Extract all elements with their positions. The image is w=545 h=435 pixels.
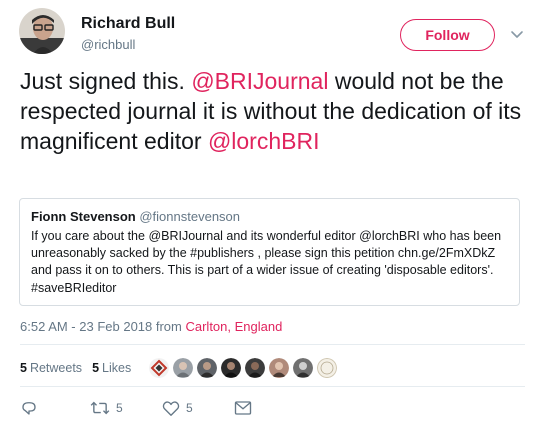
profile-photo-icon: [19, 8, 65, 54]
quoted-tweet-text: If you care about the @BRIJournal and it…: [31, 228, 516, 297]
likers-avatars: [149, 358, 341, 378]
author-handle[interactable]: @richbull: [81, 37, 135, 52]
badge-avatar-icon[interactable]: [317, 358, 338, 378]
person-avatar-icon[interactable]: [197, 358, 218, 378]
person-avatar-icon[interactable]: [245, 358, 266, 378]
retweets-stat[interactable]: 5 Retweets: [20, 361, 82, 375]
person-avatar-icon[interactable]: [173, 358, 194, 378]
chevron-down-icon[interactable]: [509, 26, 525, 42]
person-avatar-icon[interactable]: [221, 358, 242, 378]
quoted-tweet-header: Fionn Stevenson @fionnstevenson: [31, 209, 240, 224]
quoted-tweet-line: If you care about the @BRIJournal and it…: [31, 229, 502, 243]
retweet-icon: [90, 401, 110, 415]
follow-button[interactable]: Follow: [400, 19, 495, 51]
mention-link[interactable]: @BRIJournal: [191, 68, 328, 94]
divider: [20, 344, 525, 345]
tweet-metadata: 6:52 AM - 23 Feb 2018 from Carlton, Engl…: [20, 319, 282, 334]
reply-button[interactable]: [20, 396, 44, 420]
engagement-stats: 5 Retweets 5 Likes: [20, 353, 341, 383]
tweet-timestamp[interactable]: 6:52 AM - 23 Feb 2018 from: [20, 319, 185, 334]
tweet-actions: 5 5: [20, 396, 280, 420]
quoted-tweet-line: unreasonably sacked by the #publishers ,…: [31, 246, 496, 261]
divider: [20, 386, 525, 387]
retweet-count: 5: [116, 401, 123, 415]
author-avatar[interactable]: [19, 8, 65, 54]
like-button[interactable]: 5: [162, 396, 193, 420]
quoted-tweet[interactable]: Fionn Stevenson @fionnstevenson If you c…: [19, 198, 520, 306]
likes-count: 5: [92, 361, 100, 375]
like-count: 5: [186, 401, 193, 415]
tweet-text-segment: Just signed this.: [20, 68, 192, 94]
quoted-author-handle: @fionnstevenson: [139, 209, 241, 224]
author-name[interactable]: Richard Bull: [81, 15, 175, 33]
tweet-location[interactable]: Carlton, England: [185, 319, 282, 334]
envelope-icon: [234, 401, 252, 415]
tweet-header: Richard Bull @richbull Follow: [0, 0, 545, 64]
likes-stat[interactable]: 5 Likes: [92, 361, 131, 375]
quoted-tweet-line: and pass it on to others. This is part o…: [31, 263, 494, 278]
quoted-tweet-line: #saveBRIeditor: [31, 280, 117, 295]
quoted-author-name: Fionn Stevenson: [31, 209, 136, 224]
heart-icon: [162, 400, 180, 416]
diamond-logo-avatar-icon[interactable]: [149, 358, 170, 378]
retweets-count: 5: [20, 361, 27, 375]
mention-link[interactable]: @lorchBRI: [208, 128, 320, 154]
tweet-text: Just signed this. @BRIJournal would not …: [20, 66, 530, 156]
reply-icon: [22, 402, 36, 415]
likes-label: Likes: [102, 361, 132, 375]
retweets-label: Retweets: [29, 361, 83, 375]
person-avatar-icon[interactable]: [269, 358, 290, 378]
retweet-button[interactable]: 5: [90, 396, 123, 420]
direct-message-button[interactable]: [234, 396, 252, 420]
person-avatar-icon[interactable]: [293, 358, 314, 378]
